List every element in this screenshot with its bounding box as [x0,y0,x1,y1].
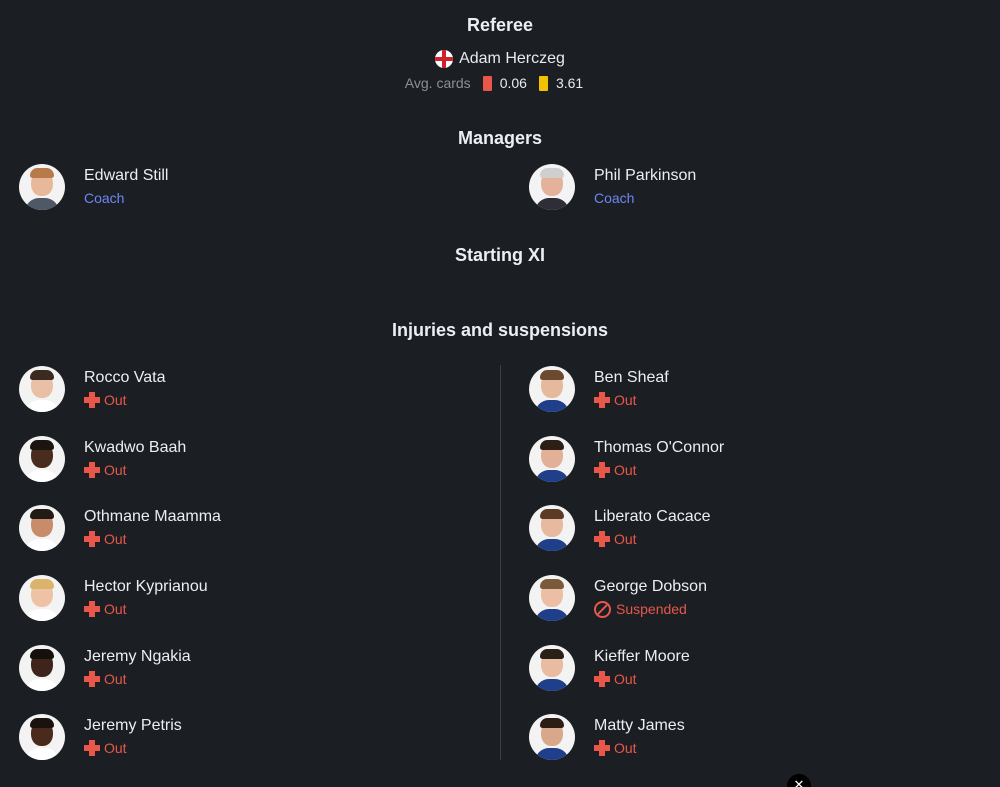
player-name: George Dobson [594,578,707,595]
yellow-cards-value: 3.61 [555,75,584,91]
england-flag-icon [435,50,454,68]
injury-item[interactable]: George Dobson Suspended [529,575,707,621]
managers-heading: Managers [457,128,543,148]
injury-item[interactable]: Kwadwo Baah Out [19,436,186,482]
player-status: Out [104,462,127,478]
manager-name: Phil Parkinson [594,167,697,184]
player-name: Jeremy Petris [84,717,182,734]
injury-item[interactable]: Hector Kyprianou Out [19,575,208,621]
player-name: Kieffer Moore [594,648,690,665]
referee-avg-cards: Avg. cards 0.06 3.61 [0,75,1000,91]
player-status: Out [614,531,637,547]
player-status: Out [104,601,127,617]
column-divider [500,365,501,760]
player-name: Kwadwo Baah [84,439,187,456]
referee-name[interactable]: Adam Herczeg [459,50,565,68]
avatar [529,505,575,551]
injury-cross-icon [84,671,100,687]
player-status: Out [614,462,637,478]
player-name: Hector Kyprianou [84,578,208,595]
injury-cross-icon [594,740,610,756]
player-status: Suspended [616,601,687,617]
manager-role: Coach [84,190,125,206]
injury-item[interactable]: Thomas O'Connor Out [529,436,724,482]
referee-heading: Referee [466,15,534,35]
avatar [19,645,65,691]
red-cards-value: 0.06 [499,75,527,91]
injury-cross-icon [84,392,100,408]
injury-cross-icon [84,531,100,547]
suspended-icon [594,600,611,618]
player-name: Ben Sheaf [594,369,669,386]
injury-item[interactable]: Matty James Out [529,714,685,760]
avg-cards-label: Avg. cards [404,75,471,91]
starting-xi-heading: Starting XI [454,245,545,265]
manager-home[interactable]: Edward Still Coach [19,164,168,210]
player-name: Thomas O'Connor [594,439,725,456]
avatar [529,164,575,210]
avatar [19,436,65,482]
avatar [19,575,65,621]
player-name: Jeremy Ngakia [84,648,191,665]
player-name: Liberato Cacace [594,508,711,525]
injury-item[interactable]: Kieffer Moore Out [529,645,690,691]
injury-cross-icon [84,601,100,617]
red-card-icon [482,75,492,91]
avatar [529,575,575,621]
injury-cross-icon [594,462,610,478]
avatar [529,436,575,482]
lineups-panel: Referee Adam Herczeg Avg. cards 0.06 3.6… [0,0,1000,787]
player-status: Out [104,531,127,547]
injury-item[interactable]: Jeremy Petris Out [19,714,182,760]
manager-away[interactable]: Phil Parkinson Coach [529,164,696,210]
injury-cross-icon [594,531,610,547]
injury-item[interactable]: Liberato Cacace Out [529,505,711,551]
player-status: Out [614,392,637,408]
player-status: Out [104,740,127,756]
player-name: Othmane Maamma [84,508,221,525]
player-status: Out [614,671,637,687]
player-status: Out [104,392,127,408]
avatar [19,714,65,760]
referee-row: Adam Herczeg [0,50,1000,68]
injury-cross-icon [84,740,100,756]
injury-cross-icon [594,671,610,687]
injury-item[interactable]: Jeremy Ngakia Out [19,645,191,691]
injury-cross-icon [594,392,610,408]
injury-cross-icon [84,462,100,478]
injuries-heading: Injuries and suspensions [391,320,609,340]
injury-item[interactable]: Othmane Maamma Out [19,505,221,551]
manager-role: Coach [594,190,635,206]
avatar [529,366,575,412]
yellow-card-icon [538,75,548,91]
avatar [19,164,65,210]
avatar [19,366,65,412]
avatar [19,505,65,551]
player-name: Matty James [594,717,685,734]
close-icon[interactable]: ✕ [787,774,811,787]
player-status: Out [614,740,637,756]
avatar [529,645,575,691]
injury-item[interactable]: Rocco Vata Out [19,366,166,412]
player-status: Out [104,671,127,687]
avatar [529,714,575,760]
manager-name: Edward Still [84,167,169,184]
injury-item[interactable]: Ben Sheaf Out [529,366,669,412]
player-name: Rocco Vata [84,369,166,386]
